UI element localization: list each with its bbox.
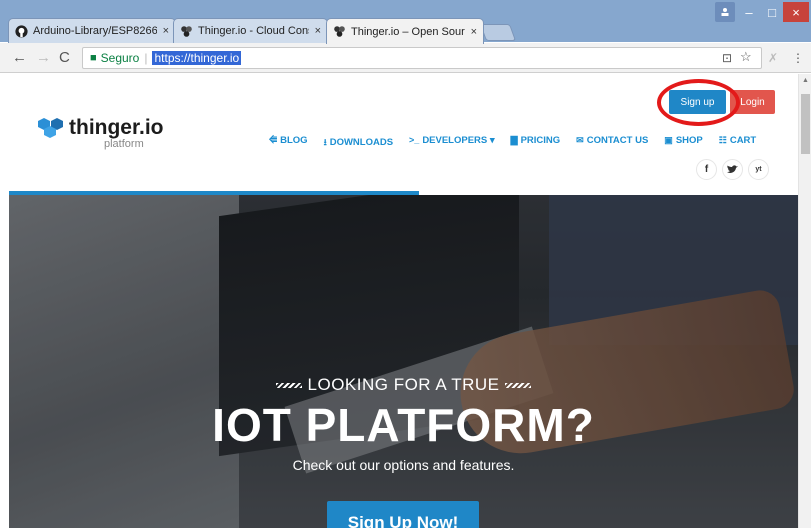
hero-title: IOT PLATFORM?: [212, 399, 595, 451]
address-bar[interactable]: ■ Seguro | https://thinger.io: [82, 47, 762, 69]
tab-strip: Arduino-Library/ESP8266 × Thinger.io - C…: [0, 0, 811, 44]
facebook-icon[interactable]: f: [696, 159, 717, 180]
page-scrollbar[interactable]: ▲: [798, 74, 811, 528]
lock-icon: ■: [90, 52, 97, 64]
nav-blog[interactable]: ⭅ BLOG: [269, 135, 308, 151]
new-tab-button[interactable]: [479, 24, 517, 41]
tab-close-icon[interactable]: ×: [163, 25, 169, 37]
tab-title: Thinger.io - Cloud Consol: [198, 25, 309, 37]
tab-close-icon[interactable]: ×: [471, 26, 477, 38]
nav-pricing[interactable]: ▇ PRICING: [511, 135, 561, 151]
youtube-icon[interactable]: yt: [748, 159, 769, 180]
logo-text: thinger.io: [69, 116, 164, 139]
github-icon: [15, 24, 28, 38]
envelope-icon: ✉: [576, 135, 584, 145]
translate-icon[interactable]: ⊡: [722, 51, 732, 65]
main-nav: ⭅ BLOG ⭳ DOWNLOADS >_ DEVELOPERS ▾ ▇ PRICING…: [269, 135, 756, 151]
site-logo[interactable]: thinger.io: [37, 116, 164, 140]
back-icon[interactable]: ←: [12, 49, 27, 66]
thinger-icon: [181, 25, 192, 37]
nav-cart[interactable]: ☷ CART: [719, 135, 756, 151]
browser-window: Arduino-Library/ESP8266 × Thinger.io - C…: [0, 0, 811, 528]
bookmark-star-icon[interactable]: ☆: [740, 49, 752, 65]
browser-toolbar: ← → C ■ Seguro | https://thinger.io ⊡ ☆ …: [0, 43, 811, 73]
tab-title: Arduino-Library/ESP8266: [33, 25, 157, 37]
nav-developers[interactable]: >_ DEVELOPERS ▾: [409, 135, 495, 151]
hero-kicker: LOOKING FOR A TRUE: [9, 375, 798, 395]
url-text[interactable]: https://thinger.io: [152, 51, 242, 65]
secure-label: Seguro: [100, 51, 140, 65]
cart-icon: ☷: [718, 135, 727, 145]
terminal-icon: >_: [409, 135, 420, 145]
thinger-icon: [334, 26, 345, 37]
logo-subtitle: platform: [104, 138, 144, 150]
extension-icon[interactable]: ✗: [768, 51, 778, 65]
nav-shop[interactable]: ▣ SHOP: [664, 135, 702, 151]
menu-icon[interactable]: ⋮: [792, 51, 804, 65]
chart-icon: ▇: [510, 135, 518, 145]
tab-github[interactable]: Arduino-Library/ESP8266 ×: [8, 18, 176, 43]
hero-subtitle: Check out our options and features.: [292, 457, 515, 473]
nav-downloads[interactable]: ⭳ DOWNLOADS: [324, 135, 393, 151]
sign-up-now-button[interactable]: Sign Up Now!: [327, 501, 479, 528]
hero-banner: LOOKING FOR A TRUE IOT PLATFORM? Check o…: [9, 195, 798, 528]
hero-overlay: [9, 195, 798, 528]
address-separator: |: [144, 51, 148, 65]
kicker-stripe: [505, 383, 532, 389]
rss-icon: ⭅: [269, 135, 278, 145]
tab-title: Thinger.io – Open Source: [351, 25, 465, 38]
scroll-thumb[interactable]: [801, 94, 810, 154]
download-icon: ⭳: [323, 137, 327, 147]
thinger-logo-icon: [38, 118, 63, 138]
scroll-up-arrow-icon[interactable]: ▲: [802, 77, 809, 84]
nav-contact[interactable]: ✉ CONTACT US: [576, 135, 648, 151]
forward-icon[interactable]: →: [36, 49, 51, 66]
close-window-button[interactable]: ×: [783, 2, 809, 22]
twitter-icon[interactable]: [722, 159, 743, 180]
user-profile-icon[interactable]: [715, 2, 735, 22]
web-page: thinger.io platform Sign up Login ⭅ BLOG …: [0, 74, 798, 528]
kicker-stripe: [275, 383, 302, 389]
tab-close-icon[interactable]: ×: [315, 25, 321, 37]
reload-icon[interactable]: C: [59, 49, 70, 66]
minimize-button[interactable]: –: [738, 2, 760, 22]
maximize-button[interactable]: □: [762, 2, 782, 22]
bag-icon: ▣: [664, 135, 673, 145]
tab-cloud-console[interactable]: Thinger.io - Cloud Consol ×: [173, 18, 328, 43]
tab-open-source[interactable]: Thinger.io – Open Source ×: [326, 18, 484, 44]
highlight-circle: [657, 79, 740, 126]
